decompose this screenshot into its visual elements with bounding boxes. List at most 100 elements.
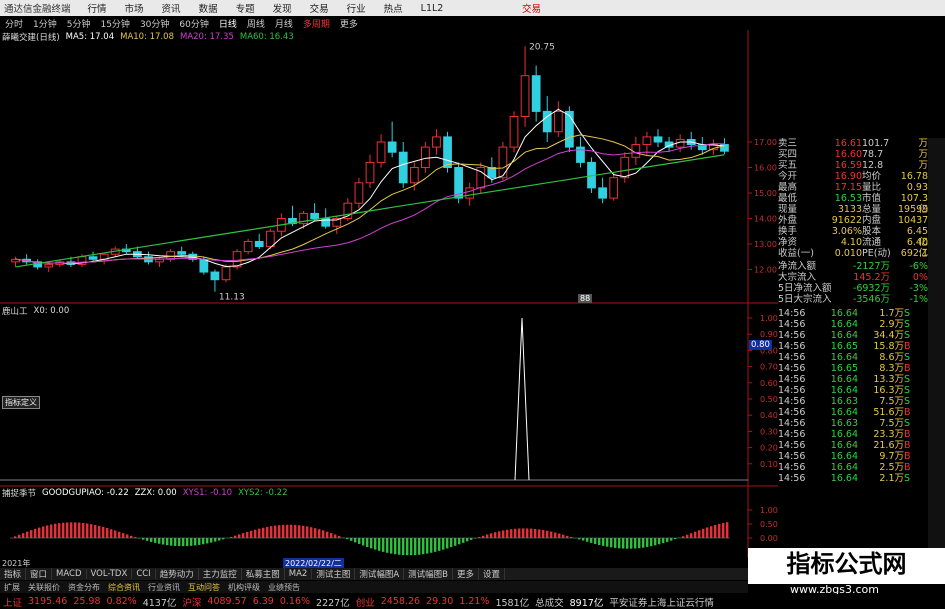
oscillator-bar [202,538,205,545]
panel3-xys2: XYS2: -0.22 [238,488,288,498]
tab-expand[interactable]: 扩展 [0,582,24,593]
candle-body [44,263,54,268]
tab-more[interactable]: 更多 [453,568,480,580]
oscillator-bar [450,538,453,548]
tick-row: 14:56 16.63 7.5万 S [778,418,928,429]
tab-industry-news[interactable]: 行业资讯 [144,582,184,593]
flow-row-cell: 净流入额 [778,261,817,272]
oscillator-bar [282,524,285,538]
oscillator-bar [266,526,269,538]
tab-forecast[interactable]: 业绩预告 [264,582,304,593]
tab-indicator[interactable]: 指标 [0,568,27,580]
tab-related[interactable]: 关联报价 [24,582,64,593]
oscillator-bar [622,538,625,549]
tick-row-cell: 14:56 [778,396,806,407]
oscillator-bar [538,529,541,538]
tick-row-cell: S [904,319,911,330]
oscillator-bar [286,524,289,538]
y-tick-label: 1.00 [760,314,778,323]
status-item: 2227亿 [316,597,350,609]
tick-row-cell: 16.64 [830,330,858,341]
oscillator-bar [62,522,65,538]
y-tick-label: 1.00 [760,506,778,515]
tick-row-cell: 16.64 [830,407,858,418]
quote-row-cell: 78.7 [862,149,884,160]
oscillator-bar [414,538,417,556]
tab-qa[interactable]: 互动问答 [184,582,224,593]
oscillator-bar [338,536,341,538]
candle-body [565,110,574,148]
quote-row-cell: 今开 [778,171,798,182]
oscillator-bar [30,530,33,538]
quote-row-cell: 6.40亿 [906,237,928,259]
oscillator-bar [486,534,489,538]
oscillator-bar [154,538,157,543]
tick-row-cell: 15.8万 [873,341,904,352]
status-item: 总成交 [535,597,564,609]
candle-body [432,136,441,148]
quote-row: 换手 3.06% 股本 6.45亿 [778,226,928,248]
tick-row-cell: 16.63 [830,418,858,429]
tab-test-b[interactable]: 测试幅图B [404,568,453,580]
candle-body [598,187,607,199]
quote-row-cell: 16.53 [834,193,862,204]
candle-body [620,156,630,179]
quote-row-cell: 现量 [778,204,798,215]
oscillator-bar [110,529,113,538]
oscillator-bar [86,523,89,538]
quote-row-cell: 内盘 [862,215,882,226]
tick-row: 14:56 16.64 8.6万 S [778,352,928,363]
tab-window[interactable]: 窗口 [26,568,53,580]
tab-news[interactable]: 综合资讯 [104,582,144,593]
oscillator-bar [654,538,657,546]
candle-body [409,167,419,184]
tab-macd[interactable]: MACD [52,569,87,579]
tick-row: 14:56 16.64 51.6万 B [778,407,928,418]
tick-row: 14:56 16.64 2.5万 B [778,462,928,473]
tab-settings[interactable]: 设置 [479,568,506,580]
oscillator-bar [186,538,189,547]
tab-fund-dist[interactable]: 资金分布 [64,582,104,593]
tab-ma2[interactable]: MA2 [285,569,313,579]
oscillator-bar [234,535,237,538]
tab-vol-tdx[interactable]: VOL-TDX [87,569,133,579]
tab-private-main[interactable]: 私募主图 [242,568,285,580]
oscillator-bar [238,534,241,538]
quote-row-cell: 外盘 [778,215,798,226]
tick-row-cell: 13.3万 [873,374,904,385]
tab-main-monitor[interactable]: 主力监控 [199,568,242,580]
quote-row-cell: 流通 [862,237,882,248]
tick-row-cell: 23.3万 [873,429,904,440]
tick-row: 14:56 16.63 7.5万 S [778,396,928,407]
tick-row: 14:56 16.64 16.3万 S [778,385,928,396]
panel2-title: 鹿山工 [2,307,28,317]
status-item: 4137亿 [142,597,177,609]
tick-row-cell: 2.1万 [879,473,904,484]
indicator-def-box[interactable]: 指标定义 [2,396,40,409]
candle-body [354,182,364,204]
low-price-label: 11.13 [219,293,245,303]
oscillator-bar [694,531,697,538]
tick-row-cell: 16.64 [830,473,858,484]
quote-row-cell: 16.60 [834,149,862,160]
tab-trend[interactable]: 趋势动力 [156,568,199,580]
flow-row: 5日净流入额 -6932万 -3% [778,283,928,294]
oscillator-bar [470,538,473,540]
oscillator-bar [54,523,57,538]
oscillator-bar [82,522,85,538]
flow-row-cell: -6% [909,261,929,272]
oscillator-bar [498,531,501,538]
quote-row: 净资 4.10 流通 6.40亿 [778,237,928,259]
tab-test-a[interactable]: 测试幅图A [355,568,405,580]
tab-test-main[interactable]: 测试主图 [312,568,356,580]
oscillator-bar [510,529,513,538]
oscillator-bar [706,527,709,538]
oscillator-bar [22,533,25,538]
oscillator-bar [46,525,49,538]
y-tick-label: 17.00 [754,138,777,147]
tab-rating[interactable]: 机构评级 [224,582,264,593]
quote-row-cell: 收益(一) [778,248,814,259]
oscillator-bar [434,538,437,552]
oscillator-bar [50,524,53,538]
tab-cci[interactable]: CCI [132,569,156,579]
